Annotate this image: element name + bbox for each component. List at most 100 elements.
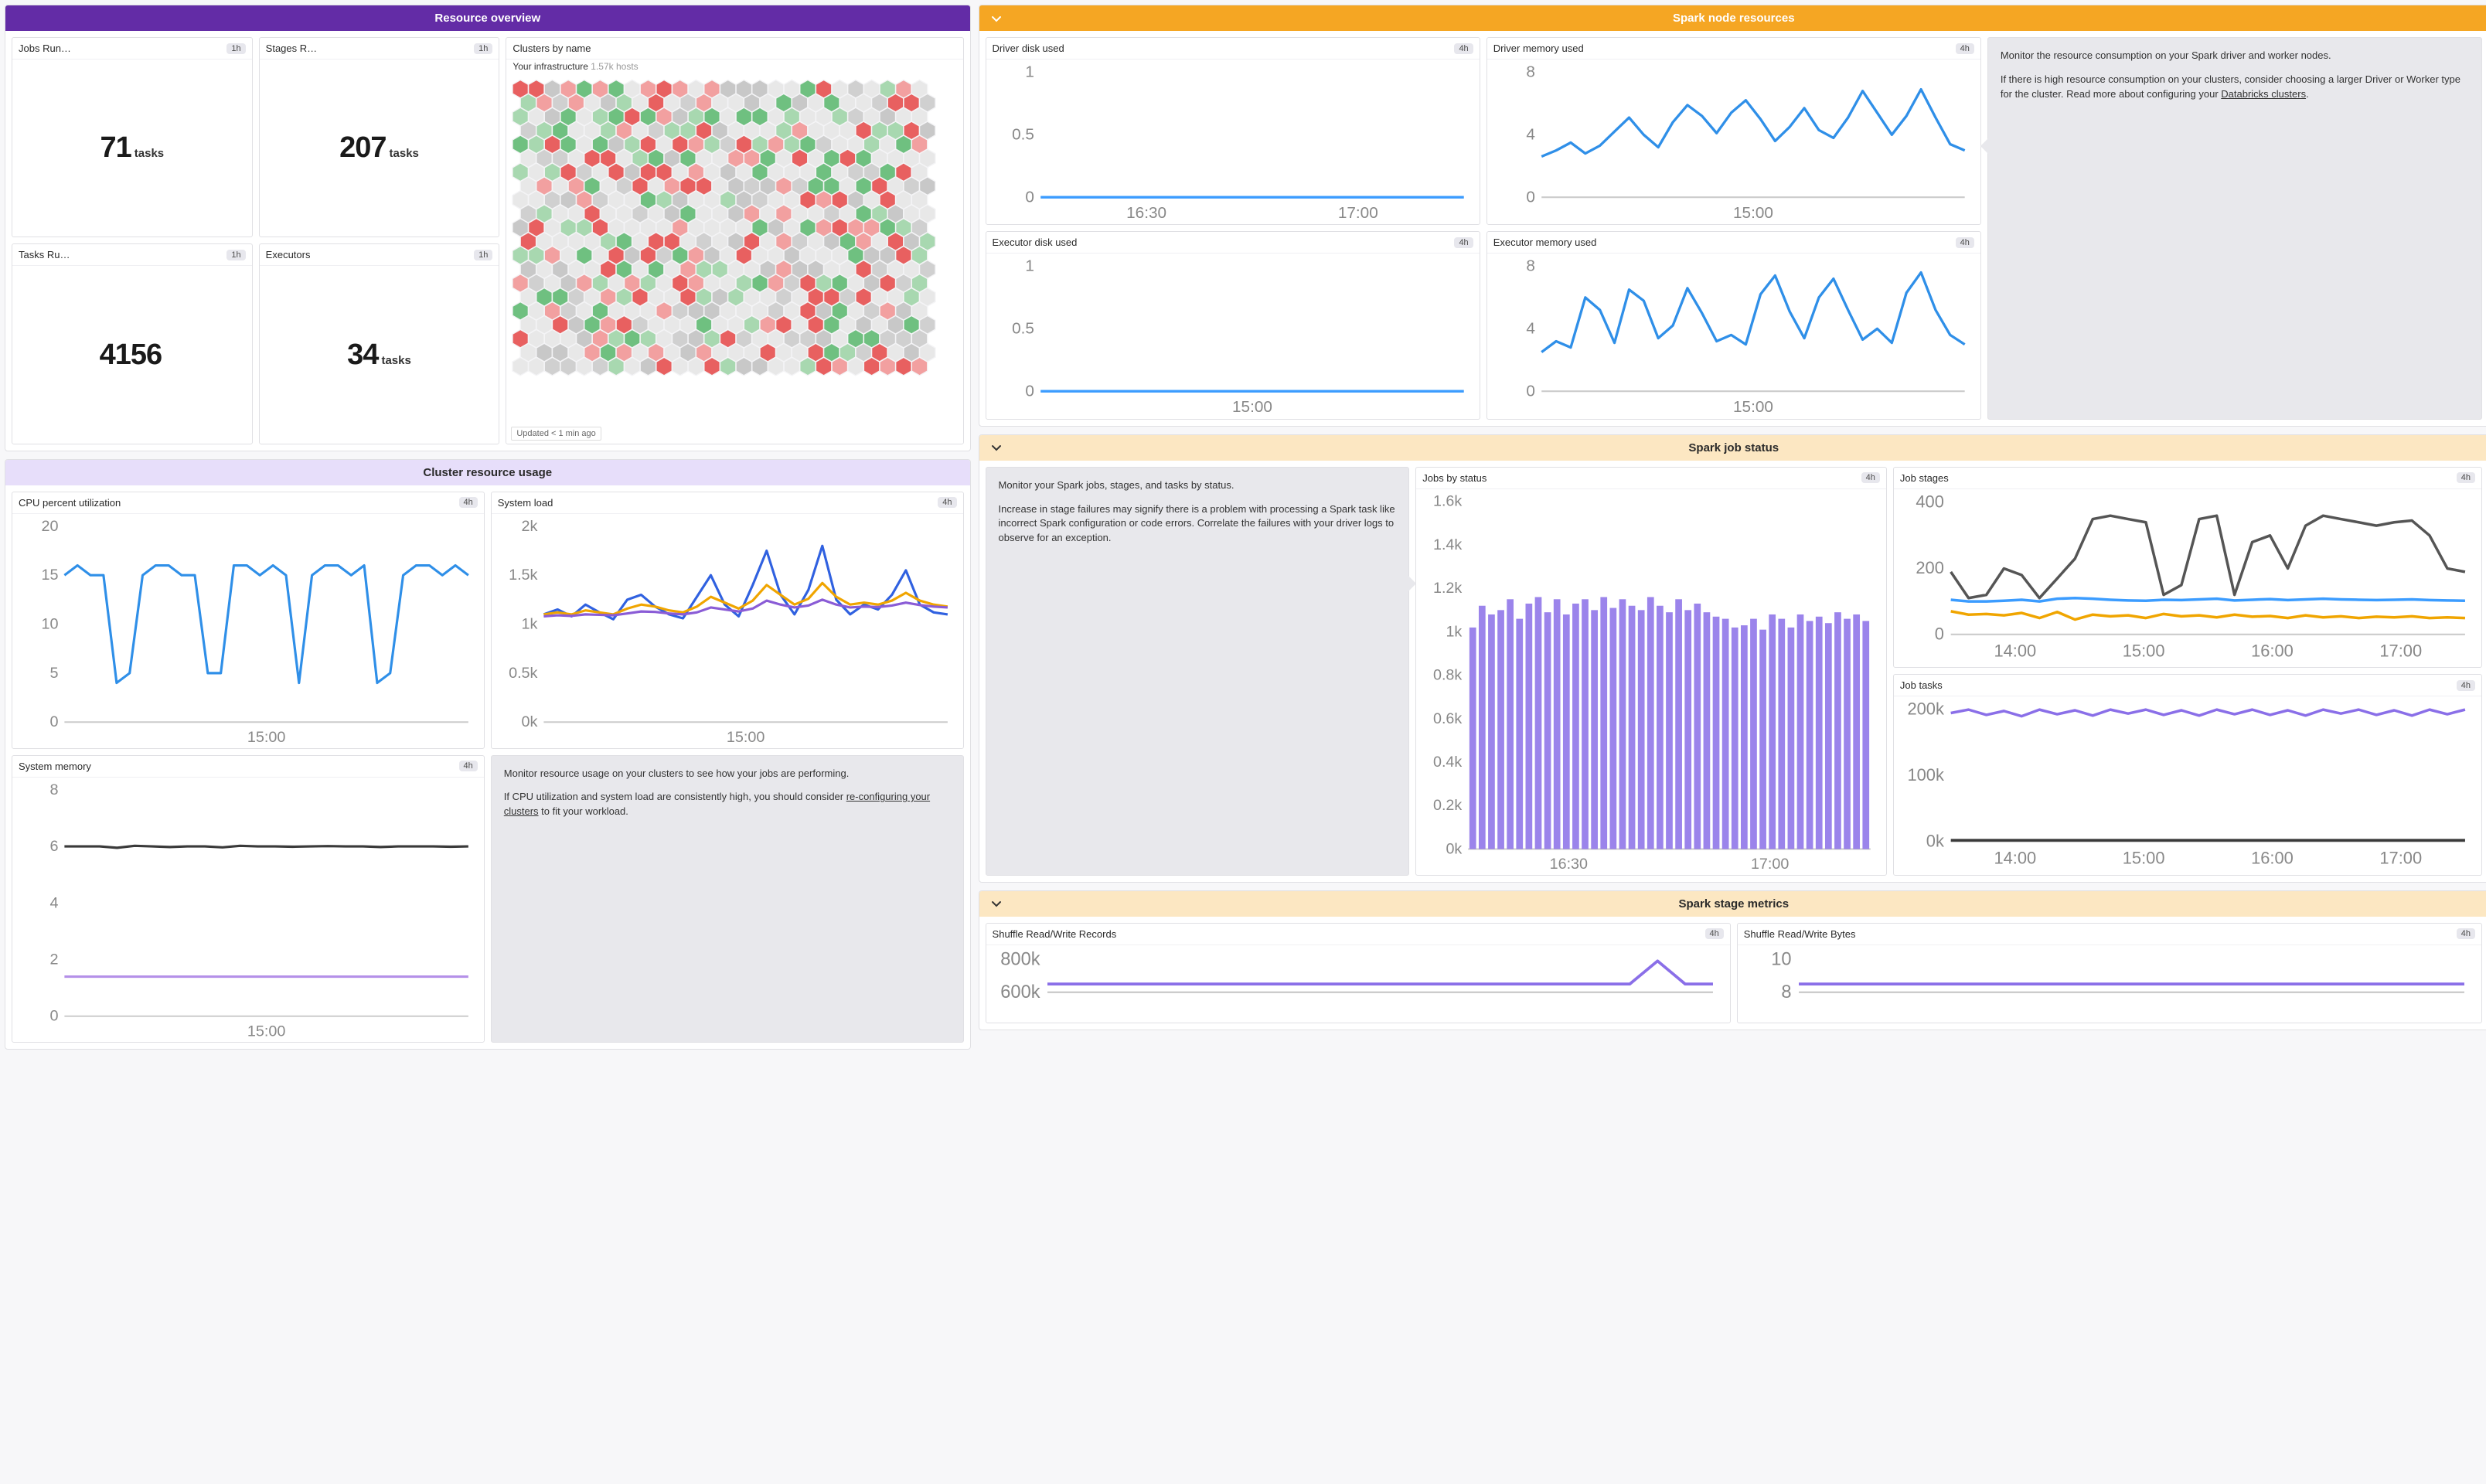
svg-text:8: 8: [1781, 982, 1791, 1002]
timerange-pill[interactable]: 4h: [938, 497, 956, 508]
chevron-down-icon[interactable]: [990, 441, 1003, 454]
tile-title: Executors: [266, 249, 311, 260]
tile-title: Clusters by name: [513, 43, 591, 54]
driver-memory-tile[interactable]: Driver memory used4h 04815:00: [1486, 37, 1981, 225]
timerange-pill[interactable]: 1h: [226, 250, 245, 260]
hexmap-updated-label: Updated < 1 min ago: [511, 427, 601, 441]
shuffle-bytes-tile[interactable]: Shuffle Read/Write Bytes4h 810: [1737, 923, 2482, 1024]
spark-node-note: Monitor the resource consumption on your…: [1987, 37, 2482, 420]
svg-text:400: 400: [1916, 492, 1944, 512]
spark-stage-metrics-section: Spark stage metrics Shuffle Read/Write R…: [979, 890, 2486, 1031]
executor-disk-tile[interactable]: Executor disk used4h 00.5115:00: [986, 231, 1480, 419]
spark-node-resources-section: Spark node resources Driver disk used4h …: [979, 5, 2486, 427]
timerange-pill[interactable]: 4h: [1956, 237, 1974, 248]
hexmap[interactable]: Updated < 1 min ago: [506, 75, 962, 444]
system-load-tile[interactable]: System load4h 0k0.5k1k1.5k2k15:00: [491, 492, 964, 749]
svg-text:17:00: 17:00: [1337, 204, 1378, 222]
svg-text:15:00: 15:00: [2123, 641, 2165, 660]
tile-title: Tasks Ru…: [19, 249, 70, 260]
databricks-clusters-link[interactable]: Databricks clusters: [2221, 88, 2306, 100]
spark-job-status-header[interactable]: Spark job status: [979, 435, 2486, 461]
svg-text:15: 15: [41, 567, 58, 584]
tile-title: Stages R…: [266, 43, 317, 54]
svg-text:15:00: 15:00: [727, 729, 765, 746]
timerange-pill[interactable]: 4h: [1454, 237, 1473, 248]
chevron-down-icon[interactable]: [990, 897, 1003, 910]
timerange-pill[interactable]: 4h: [1956, 43, 1974, 54]
metric-unit: tasks: [390, 147, 419, 160]
svg-text:0k: 0k: [521, 713, 537, 730]
tile-title: System memory: [19, 761, 91, 772]
svg-text:0.5: 0.5: [1012, 320, 1034, 338]
svg-text:4: 4: [49, 894, 58, 911]
timerange-pill[interactable]: 4h: [1861, 472, 1880, 483]
jobs-by-status-tile[interactable]: Jobs by status4h 0k0.2k0.4k0.6k0.8k1k1.2…: [1415, 467, 1887, 876]
executors-tile[interactable]: Executors 1h 34tasks: [259, 243, 500, 444]
svg-text:17:00: 17:00: [2379, 849, 2422, 868]
svg-text:14:00: 14:00: [1994, 849, 2036, 868]
driver-disk-tile[interactable]: Driver disk used4h 00.5116:3017:00: [986, 37, 1480, 225]
tile-title: Shuffle Read/Write Bytes: [1744, 928, 1856, 940]
svg-text:8: 8: [1526, 63, 1535, 81]
spark-node-resources-header[interactable]: Spark node resources: [979, 5, 2486, 31]
svg-text:1k: 1k: [1446, 623, 1463, 640]
svg-text:0k: 0k: [1926, 832, 1944, 851]
tile-title: Driver memory used: [1493, 43, 1584, 54]
svg-text:0: 0: [1526, 188, 1535, 206]
svg-text:16:30: 16:30: [1126, 204, 1166, 222]
svg-text:15:00: 15:00: [247, 1023, 286, 1040]
svg-text:15:00: 15:00: [2123, 849, 2165, 868]
system-memory-tile[interactable]: System memory4h 0246815:00: [12, 755, 485, 1043]
executor-memory-tile[interactable]: Executor memory used4h 04815:00: [1486, 231, 1981, 419]
job-stages-tile[interactable]: Job stages4h 020040014:0015:0016:0017:00: [1893, 467, 2482, 669]
shuffle-records-tile[interactable]: Shuffle Read/Write Records4h 600k800k: [986, 923, 1731, 1024]
svg-text:16:00: 16:00: [2251, 641, 2294, 660]
tile-title: Executor memory used: [1493, 237, 1597, 248]
timerange-pill[interactable]: 4h: [1454, 43, 1473, 54]
svg-text:0.4k: 0.4k: [1433, 754, 1462, 771]
svg-text:0: 0: [1526, 383, 1535, 400]
timerange-pill[interactable]: 1h: [474, 43, 492, 54]
section-title: Cluster resource usage: [423, 466, 552, 479]
svg-text:0: 0: [49, 713, 58, 730]
timerange-pill[interactable]: 4h: [2457, 680, 2475, 691]
stages-running-tile[interactable]: Stages R…1h 207tasks: [259, 37, 500, 237]
svg-text:15:00: 15:00: [1733, 204, 1773, 222]
svg-text:8: 8: [49, 781, 58, 798]
job-tasks-tile[interactable]: Job tasks4h 0k100k200k14:0015:0016:0017:…: [1893, 674, 2482, 876]
cpu-utilization-tile[interactable]: CPU percent utilization4h 0510152015:00: [12, 492, 485, 749]
svg-text:17:00: 17:00: [2379, 641, 2422, 660]
resource-overview-header[interactable]: Resource overview: [5, 5, 970, 31]
timerange-pill[interactable]: 4h: [459, 497, 478, 508]
tile-title: Shuffle Read/Write Records: [993, 928, 1117, 940]
svg-text:17:00: 17:00: [1751, 856, 1789, 873]
svg-text:15:00: 15:00: [1232, 399, 1272, 417]
jobs-running-tile[interactable]: Jobs Run…1h 71tasks: [12, 37, 253, 237]
timerange-pill[interactable]: 4h: [2457, 472, 2475, 483]
timerange-pill[interactable]: 4h: [1705, 928, 1724, 939]
svg-text:0.6k: 0.6k: [1433, 710, 1462, 727]
tile-title: Jobs by status: [1422, 472, 1486, 484]
cluster-resource-usage-header[interactable]: Cluster resource usage: [5, 460, 970, 485]
clusters-by-name-tile[interactable]: Clusters by name Your infrastructure 1.5…: [506, 37, 963, 444]
chevron-down-icon[interactable]: [990, 12, 1003, 25]
hexmap-subtitle: Your infrastructure 1.57k hosts: [506, 60, 962, 75]
svg-text:0.5k: 0.5k: [509, 665, 537, 682]
svg-text:0.8k: 0.8k: [1433, 666, 1462, 683]
section-title: Spark stage metrics: [1678, 897, 1789, 910]
svg-text:0: 0: [49, 1007, 58, 1024]
metric-unit: tasks: [381, 354, 410, 367]
svg-text:200k: 200k: [1907, 699, 1943, 719]
metric-value: 34: [347, 339, 378, 372]
svg-text:200: 200: [1916, 558, 1944, 577]
tasks-running-tile[interactable]: Tasks Ru…1h 4156: [12, 243, 253, 444]
timerange-pill[interactable]: 4h: [459, 761, 478, 771]
timerange-pill[interactable]: 1h: [474, 250, 492, 260]
spark-stage-metrics-header[interactable]: Spark stage metrics: [979, 891, 2486, 917]
timerange-pill[interactable]: 1h: [226, 43, 245, 54]
svg-text:16:00: 16:00: [2251, 849, 2294, 868]
timerange-pill[interactable]: 4h: [2457, 928, 2475, 939]
svg-text:0: 0: [1025, 188, 1034, 206]
tile-title: Jobs Run…: [19, 43, 71, 54]
svg-text:15:00: 15:00: [1733, 399, 1773, 417]
